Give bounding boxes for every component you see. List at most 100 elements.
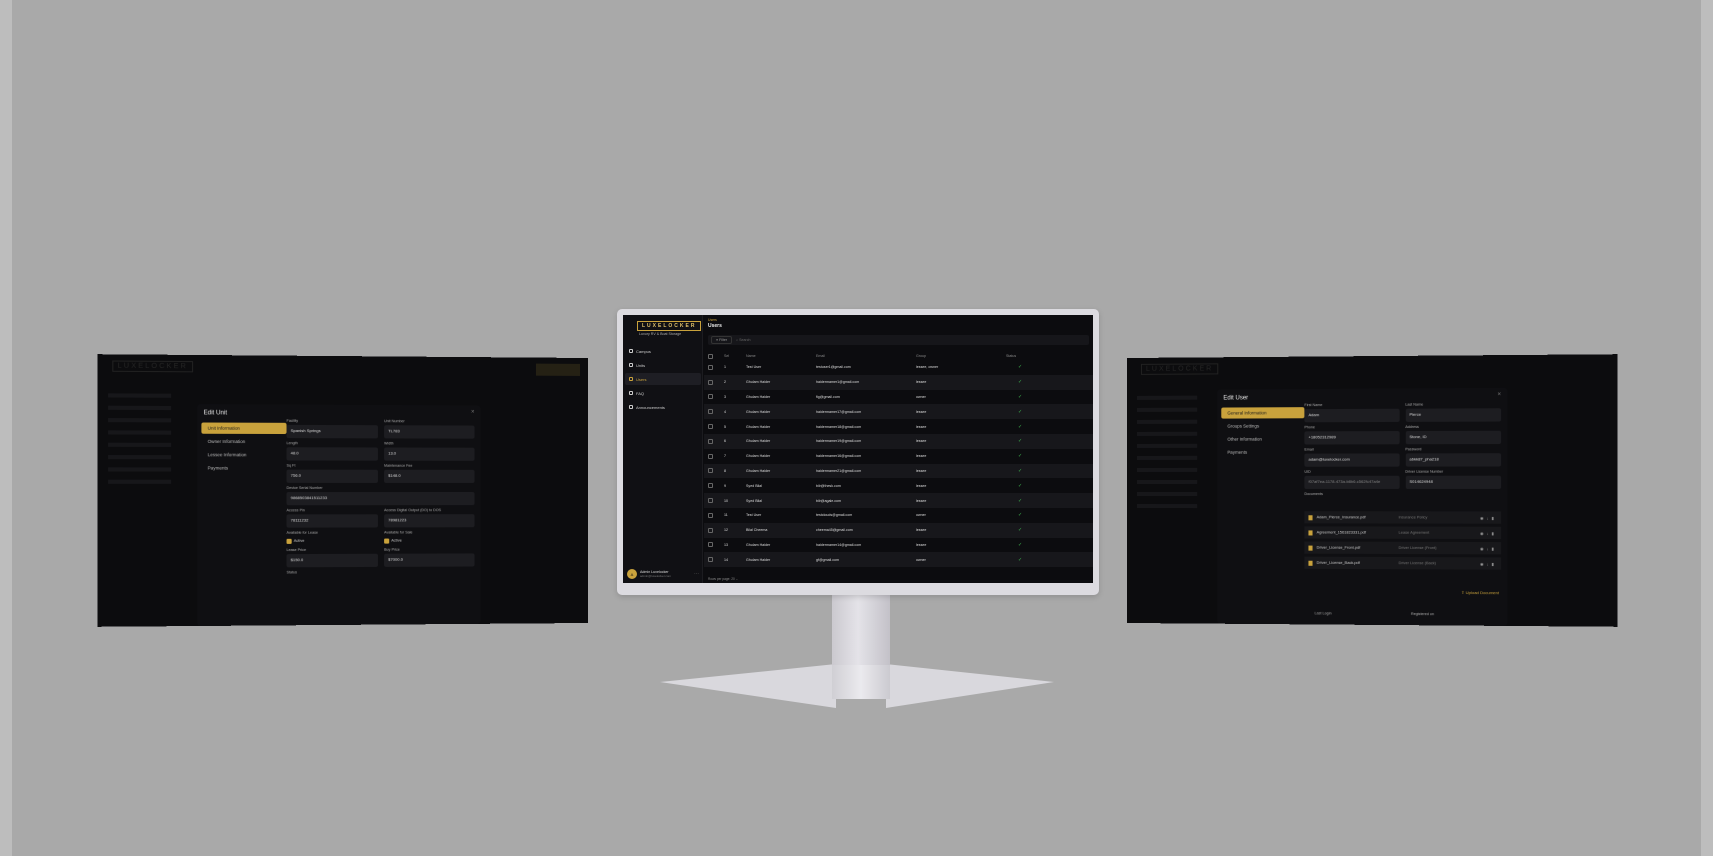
select-all-checkbox[interactable] bbox=[708, 353, 713, 359]
sqft-input[interactable]: 756.0 bbox=[286, 469, 378, 483]
table-row[interactable]: 14 Ghulam Haider gf@gmail.com owner ✓ bbox=[704, 552, 1093, 568]
brand-logo[interactable]: LUXELOCKER bbox=[637, 321, 702, 331]
tab-groups-settings[interactable]: Groups Settings bbox=[1221, 420, 1304, 431]
facility-select[interactable]: Spanish Springs bbox=[286, 424, 378, 439]
row-email: testclouds@gmail.com bbox=[816, 513, 853, 518]
close-icon[interactable]: × bbox=[1497, 392, 1501, 398]
status-check-icon: ✓ bbox=[1018, 408, 1023, 415]
sidebar-item-campus[interactable]: Campus bbox=[625, 345, 701, 357]
tab-payments[interactable]: Payments bbox=[201, 462, 286, 473]
sidebar-item-users[interactable]: Users bbox=[625, 373, 701, 385]
tab-owner-information[interactable]: Owner Information bbox=[201, 436, 286, 447]
access-output-input[interactable]: 78981223 bbox=[384, 514, 475, 528]
serial-input[interactable]: 9868503841511233 bbox=[286, 492, 475, 506]
table-row[interactable]: 8 Ghulam Haider haidermamer21@gmail.com les… bbox=[704, 463, 1093, 479]
more-icon[interactable]: ⋯ bbox=[694, 571, 699, 577]
tab-unit-information[interactable]: Unit Information bbox=[201, 422, 287, 435]
sale-active-checkbox[interactable]: Active bbox=[384, 536, 474, 544]
table-row[interactable]: 10 Syed Bilal bilr@agale.com lessee ✓ bbox=[704, 493, 1093, 508]
row-id: 6 bbox=[724, 439, 726, 444]
last-name-input[interactable]: Pierce bbox=[1405, 408, 1502, 422]
buy-price-input[interactable]: $7000.0 bbox=[384, 553, 475, 567]
current-user[interactable]: A Admin Luxelocker admin@luxelocker.com … bbox=[627, 569, 699, 579]
unit-form: Facility Spanish Springs Unit Number TL783… bbox=[286, 419, 475, 577]
table-row[interactable]: 11 Test User testclouds@gmail.com owner ✓ bbox=[704, 508, 1093, 523]
table-row[interactable]: 3 Ghulam Haider fig@gmail.com owner ✓ bbox=[704, 390, 1093, 405]
row-checkbox[interactable] bbox=[708, 409, 713, 415]
row-checkbox[interactable] bbox=[708, 542, 713, 548]
table-header: Sel Name Email Group Status bbox=[704, 352, 1093, 360]
row-email: gf@gmail.com bbox=[816, 557, 840, 562]
table-row[interactable]: 12 Bilal Cheema cheema45@gmail.com lessee ✓ bbox=[704, 522, 1093, 538]
sidebar-item-announcements[interactable]: Announcements bbox=[625, 401, 701, 413]
row-group: lessee bbox=[916, 380, 927, 385]
uid-field: UID f07af7ea-1178-473a-b8b6-c562fc47a4e bbox=[1304, 470, 1400, 489]
megaphone-icon bbox=[629, 405, 633, 409]
row-checkbox[interactable] bbox=[708, 512, 713, 518]
access-output-field: Access Digital Output (DO) to DOS 7898122… bbox=[384, 508, 475, 528]
tab-lessee-information[interactable]: Lessee Information bbox=[201, 449, 286, 460]
document-actions-icons[interactable]: ◉↓▮ bbox=[1480, 546, 1497, 551]
row-checkbox[interactable] bbox=[708, 394, 713, 400]
document-actions-icons[interactable]: ◉↓▮ bbox=[1480, 530, 1497, 535]
row-email: haidermamer17@gmail.com bbox=[816, 409, 862, 414]
status-check-icon: ✓ bbox=[1018, 482, 1023, 489]
first-name-input[interactable]: Adam bbox=[1304, 408, 1400, 423]
row-checkbox[interactable] bbox=[708, 364, 713, 370]
row-email: cheema45@gmail.com bbox=[816, 528, 853, 533]
row-checkbox[interactable] bbox=[708, 557, 713, 563]
row-checkbox[interactable] bbox=[708, 498, 713, 504]
tab-other-information[interactable]: Other Information bbox=[1221, 433, 1304, 444]
row-checkbox[interactable] bbox=[708, 453, 713, 459]
table-row[interactable]: 7 Ghulam Haider haidermamer16@gmail.com les… bbox=[704, 449, 1093, 464]
lease-price-input[interactable]: $150.0 bbox=[286, 553, 378, 568]
table-row[interactable]: 6 Ghulam Haider haidermamer19@gmail.com les… bbox=[704, 433, 1093, 449]
sidebar-item-units[interactable]: Units bbox=[625, 359, 701, 371]
maintenance-fee-input[interactable]: $148.0 bbox=[384, 469, 475, 483]
pagination[interactable]: Rows per page: 20 ⌄ bbox=[708, 577, 738, 581]
table-row[interactable]: 4 Ghulam Haider haidermamer17@gmail.com les… bbox=[704, 404, 1093, 420]
tab-payments[interactable]: Payments bbox=[1221, 447, 1304, 458]
row-name: Syed Bilal bbox=[746, 483, 762, 488]
row-group: lessee bbox=[916, 498, 927, 503]
users-icon bbox=[629, 377, 633, 381]
table-row[interactable]: 2 Ghulam Haider haidermamer1@gmail.com less… bbox=[704, 374, 1093, 390]
row-checkbox[interactable] bbox=[708, 424, 713, 430]
row-checkbox[interactable] bbox=[708, 379, 713, 385]
phone-input[interactable]: +18052312989 bbox=[1304, 431, 1400, 445]
access-pin-input[interactable]: 78111232 bbox=[286, 514, 378, 528]
row-checkbox[interactable] bbox=[708, 483, 713, 489]
upload-document-button[interactable]: ⇪ Upload Document bbox=[1461, 590, 1499, 595]
file-icon bbox=[1308, 514, 1313, 520]
sidebar-item-faq[interactable]: FAQ bbox=[625, 387, 701, 399]
width-input[interactable]: 13.0 bbox=[384, 447, 475, 461]
table-row[interactable]: 13 Ghulam Haider haidermamer14@gmail.com le… bbox=[704, 538, 1093, 553]
table-row[interactable]: 1 Test User testuser1@gmail.com lessee, own… bbox=[704, 360, 1093, 375]
unit-number-input[interactable]: TL783 bbox=[384, 425, 475, 439]
tab-general-information[interactable]: General Information bbox=[1221, 407, 1305, 419]
row-checkbox[interactable] bbox=[708, 468, 713, 474]
address-select[interactable]: Stone, ID bbox=[1405, 430, 1502, 445]
facility-field: Facility Spanish Springs bbox=[286, 419, 378, 439]
address-field: Address Stone, ID bbox=[1405, 425, 1502, 445]
driver-license-input[interactable]: S014624948 bbox=[1405, 475, 1502, 489]
email-input[interactable]: adam@luxelocker.com bbox=[1304, 453, 1400, 467]
row-checkbox[interactable] bbox=[708, 527, 713, 533]
table-row[interactable]: 9 Syed Bilal bilr@thesk.com lessee ✓ bbox=[704, 478, 1093, 493]
length-input[interactable]: 48.0 bbox=[286, 447, 378, 461]
close-icon[interactable]: × bbox=[471, 409, 475, 415]
document-actions-icons[interactable]: ◉↓▮ bbox=[1480, 561, 1497, 566]
breadcrumb[interactable]: Users bbox=[708, 318, 717, 322]
row-group: lessee bbox=[916, 483, 927, 488]
sidebar-nav: Campus Units Users FAQ Announcements bbox=[625, 345, 701, 415]
row-email: haidermamer18@gmail.com bbox=[816, 424, 862, 429]
table-row[interactable]: 5 Ghulam Haider haidermamer18@gmail.com les… bbox=[704, 419, 1093, 434]
document-actions-icons[interactable]: ◉↓▮ bbox=[1480, 515, 1497, 520]
modal-title: Edit User bbox=[1223, 395, 1249, 402]
filter-button[interactable]: ≡ Filter bbox=[711, 336, 733, 344]
search-input[interactable]: ⌕ Search bbox=[736, 338, 1086, 342]
row-group: lessee bbox=[916, 468, 927, 473]
password-input[interactable]: abkk87_pha218 bbox=[1405, 453, 1502, 467]
lease-active-checkbox[interactable]: Active bbox=[286, 537, 378, 545]
row-checkbox[interactable] bbox=[708, 438, 713, 444]
